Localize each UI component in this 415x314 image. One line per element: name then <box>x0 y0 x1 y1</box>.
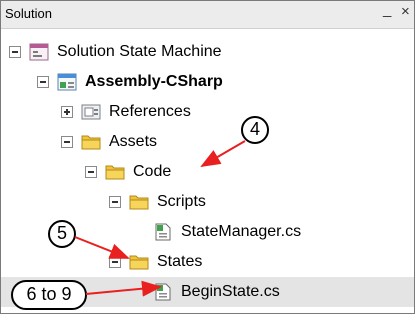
callout-4-label: 4 <box>249 119 260 139</box>
collapse-icon[interactable] <box>109 196 121 208</box>
close-icon[interactable]: × <box>401 3 410 20</box>
collapse-icon[interactable] <box>109 256 121 268</box>
solution-icon <box>29 43 49 61</box>
tree-item-solution[interactable]: Solution State Machine <box>9 37 222 67</box>
csharp-project-icon <box>57 73 77 91</box>
tree-item-assets[interactable]: Assets <box>61 127 157 157</box>
tree-item-label: Code <box>133 163 172 180</box>
folder-icon <box>81 135 101 150</box>
tree-item-label: References <box>109 103 191 120</box>
minimize-icon[interactable]: _ <box>383 1 391 18</box>
folder-icon <box>129 195 149 210</box>
folder-icon <box>105 165 125 180</box>
expand-icon[interactable] <box>61 106 73 118</box>
tree-item-label: Assets <box>109 133 158 150</box>
tree-item-project[interactable]: Assembly-CSharp <box>37 67 223 97</box>
collapse-icon[interactable] <box>85 166 97 178</box>
tree-item-label: StateManager.cs <box>181 223 302 240</box>
tree-item-label: Assembly-CSharp <box>85 73 223 90</box>
panel-title: Solution <box>5 6 52 21</box>
collapse-icon[interactable] <box>37 76 49 88</box>
collapse-icon[interactable] <box>9 46 21 58</box>
tree-item-state-manager[interactable]: StateManager.cs <box>153 217 301 247</box>
collapse-icon[interactable] <box>61 136 73 148</box>
solution-panel: Solution _ × Solution State Machine Asse… <box>0 0 415 314</box>
folder-icon <box>129 255 149 270</box>
tree-item-scripts[interactable]: Scripts <box>109 187 206 217</box>
tree-item-label: Solution State Machine <box>57 43 222 60</box>
callout-6to9-label: 6 to 9 <box>26 284 72 304</box>
tree-item-label: States <box>157 253 203 270</box>
tree-item-label: BeginState.cs <box>181 283 280 300</box>
references-icon <box>81 104 101 120</box>
tree-item-label: Scripts <box>157 193 206 210</box>
panel-titlebar: Solution _ × <box>1 1 414 29</box>
tree-item-code[interactable]: Code <box>85 157 171 187</box>
csharp-file-icon <box>155 283 171 301</box>
csharp-file-icon <box>155 223 171 241</box>
callout-5-label: 5 <box>56 223 67 243</box>
tree-item-states[interactable]: States <box>109 247 202 277</box>
tree-item-references[interactable]: References <box>61 97 191 127</box>
